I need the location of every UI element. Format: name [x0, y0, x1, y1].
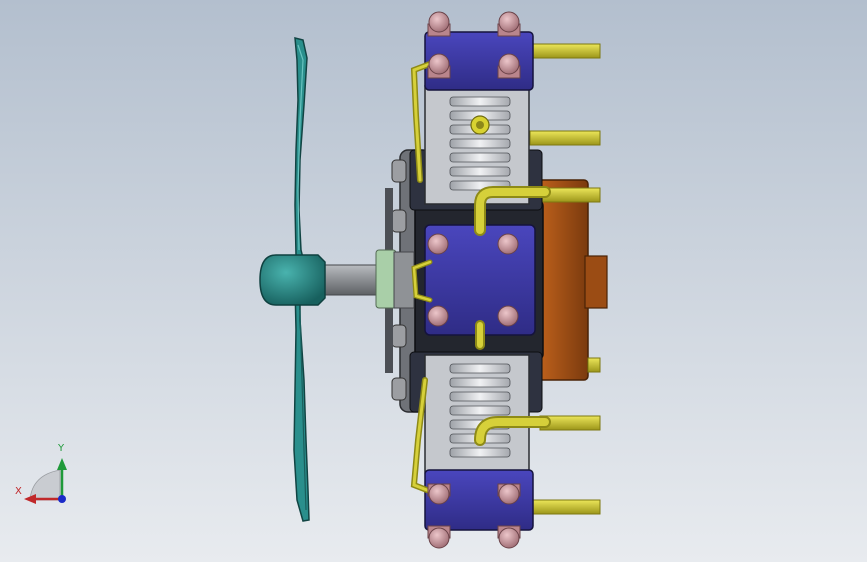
- bolt[interactable]: [427, 525, 451, 549]
- bolt[interactable]: [497, 305, 519, 327]
- propeller-hub[interactable]: [259, 254, 326, 306]
- bolt[interactable]: [497, 525, 521, 549]
- bolt[interactable]: [497, 233, 519, 255]
- cooling-fins-upper: [449, 96, 511, 191]
- bolt[interactable]: [427, 11, 451, 37]
- graphics-viewport[interactable]: X Y: [0, 0, 867, 562]
- bolt[interactable]: [427, 53, 451, 79]
- bolt[interactable]: [427, 233, 449, 255]
- triad-y-label: Y: [58, 443, 65, 454]
- bolt[interactable]: [497, 53, 521, 79]
- bolt[interactable]: [427, 483, 451, 505]
- triad-x-label: X: [15, 486, 22, 497]
- model-canvas[interactable]: [0, 0, 867, 562]
- bolt[interactable]: [497, 483, 521, 505]
- triad-z-axis: [58, 495, 66, 503]
- bolt[interactable]: [427, 305, 449, 327]
- bolt[interactable]: [497, 11, 521, 37]
